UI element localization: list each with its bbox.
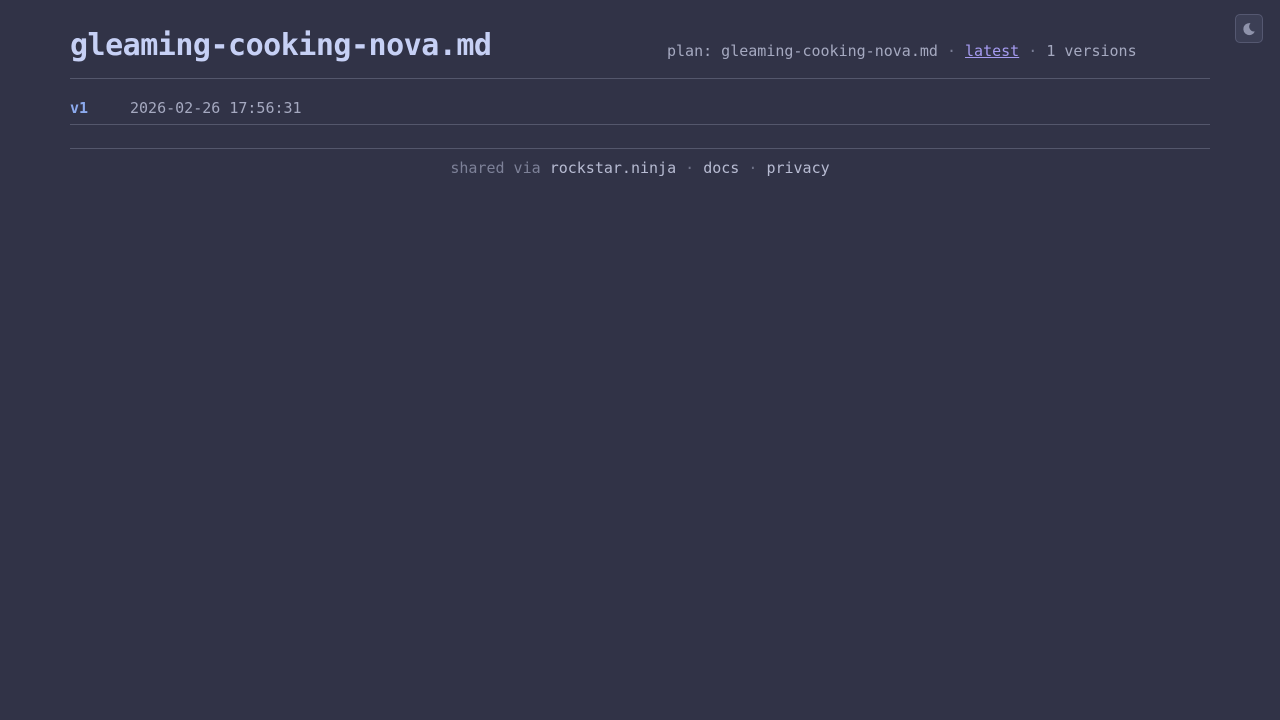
page-header: gleaming-cooking-nova.md plan: gleaming-… (70, 0, 1210, 79)
footer-separator: · (685, 159, 695, 177)
privacy-link[interactable]: privacy (766, 159, 829, 177)
version-row: v1 2026-02-26 17:56:31 (70, 79, 1210, 125)
versions-count: 1 versions (1046, 42, 1137, 60)
page-title: gleaming-cooking-nova.md (70, 28, 492, 63)
latest-link[interactable]: latest (965, 42, 1019, 60)
site-link[interactable]: rockstar.ninja (550, 159, 676, 177)
version-link[interactable]: v1 (70, 98, 88, 118)
docs-link[interactable]: docs (703, 159, 739, 177)
plan-meta: plan: gleaming-cooking-nova.md · latest … (667, 41, 1137, 61)
plan-name-text: plan: gleaming-cooking-nova.md (667, 42, 938, 60)
theme-toggle-button[interactable] (1235, 14, 1263, 43)
shared-via-text: shared via (450, 159, 541, 177)
moon-icon (1241, 21, 1257, 37)
footer-separator: · (748, 159, 758, 177)
meta-separator: · (1028, 42, 1038, 60)
version-timestamp: 2026-02-26 17:56:31 (130, 99, 302, 117)
page: gleaming-cooking-nova.md plan: gleaming-… (0, 0, 1280, 720)
footer: shared via rockstar.ninja · docs · priva… (70, 148, 1210, 178)
meta-separator: · (946, 42, 956, 60)
